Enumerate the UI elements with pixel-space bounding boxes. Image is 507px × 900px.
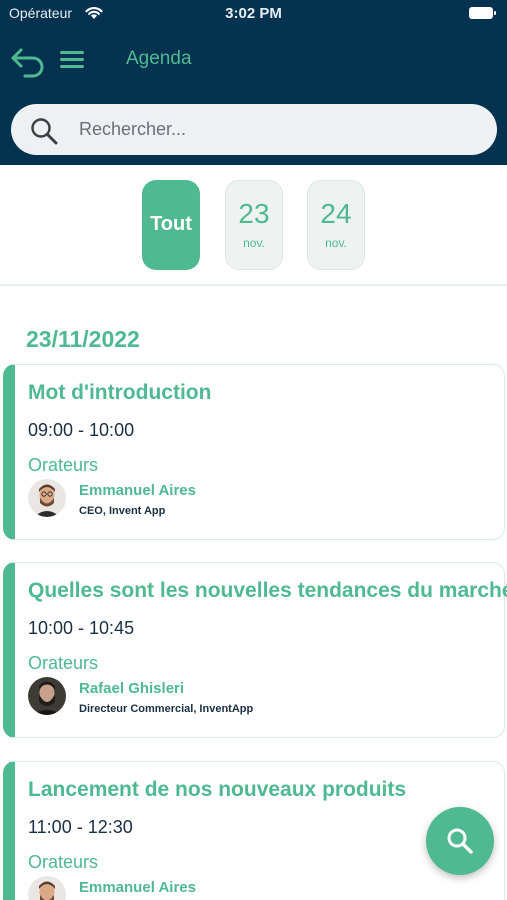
- search-bar[interactable]: [11, 104, 497, 155]
- back-arrow-icon: [11, 48, 44, 78]
- menu-bar: [60, 58, 84, 61]
- filter-day-number: 24: [320, 198, 352, 229]
- menu-button[interactable]: [60, 48, 86, 72]
- speakers-label: Orateurs: [28, 455, 99, 475]
- search-fab-button[interactable]: [426, 807, 494, 875]
- search-input[interactable]: [79, 104, 479, 155]
- speaker-role: Directeur Commercial, InventApp: [79, 703, 254, 715]
- speaker-name[interactable]: Emmanuel Aires: [79, 482, 196, 499]
- date-filter-bar: Tout 23 nov. 24 nov.: [0, 165, 507, 286]
- session-time: 10:00 - 10:45: [28, 618, 135, 638]
- page-title: Agenda: [126, 48, 192, 69]
- filter-all-label: Tout: [150, 213, 192, 235]
- speakers-label: Orateurs: [28, 852, 99, 872]
- filter-day-button[interactable]: 23 nov.: [225, 180, 283, 270]
- search-icon: [447, 828, 473, 854]
- filter-all-button[interactable]: Tout: [142, 180, 200, 270]
- avatar[interactable]: [28, 479, 66, 517]
- avatar[interactable]: [28, 677, 66, 715]
- session-time: 11:00 - 12:30: [28, 817, 133, 837]
- date-heading: 23/11/2022: [26, 326, 140, 352]
- status-bar: Opérateur 3:02 PM: [0, 0, 507, 28]
- session-time: 09:00 - 10:00: [28, 420, 135, 440]
- filter-day-button[interactable]: 24 nov.: [307, 180, 365, 270]
- battery-icon: [469, 7, 496, 19]
- session-title: Mot d'introduction: [28, 381, 212, 404]
- speaker-name[interactable]: Rafael Ghisleri: [79, 680, 184, 697]
- session-title: Quelles sont les nouvelles tendances du …: [28, 579, 507, 602]
- session-card[interactable]: Mot d'introduction 09:00 - 10:00 Orateur…: [3, 364, 505, 540]
- filter-day-month: nov.: [243, 236, 265, 250]
- filter-day-number: 23: [238, 198, 270, 229]
- hamburger-menu-icon: [60, 51, 84, 54]
- speaker-role: CEO, Invent App: [79, 505, 166, 517]
- session-card[interactable]: Quelles sont les nouvelles tendances du …: [3, 562, 507, 738]
- app-header: Opérateur 3:02 PM Agenda: [0, 0, 507, 165]
- filter-day-month: nov.: [325, 236, 347, 250]
- avatar[interactable]: [28, 876, 66, 900]
- search-icon: [31, 118, 58, 145]
- speaker-name[interactable]: Emmanuel Aires: [79, 879, 196, 896]
- back-button[interactable]: [9, 44, 47, 78]
- menu-bar: [60, 65, 84, 68]
- speakers-label: Orateurs: [28, 653, 99, 673]
- session-title: Lancement de nos nouveaux produits: [28, 778, 407, 801]
- clock: 3:02 PM: [225, 5, 282, 22]
